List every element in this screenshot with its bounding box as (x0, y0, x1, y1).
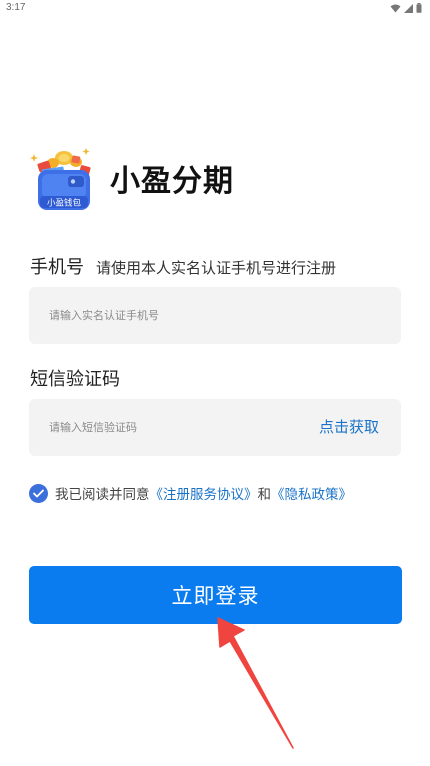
logo-text: 小盈钱包 (47, 198, 82, 209)
login-button[interactable]: 立即登录 (29, 566, 402, 624)
battery-icon (416, 3, 422, 13)
app-title: 小盈分期 (110, 164, 234, 199)
terms-link[interactable]: 《注册服务协议》 (150, 483, 258, 503)
sms-label: 短信验证码 (30, 369, 120, 390)
app-logo: 小盈钱包 (28, 146, 100, 214)
agreement-checkbox[interactable] (29, 483, 48, 503)
sms-code-input[interactable] (49, 399, 289, 456)
status-time: 3:17 (6, 2, 26, 13)
checkmark-icon (33, 489, 44, 497)
get-code-button[interactable]: 点击获取 (319, 416, 379, 437)
status-icons (390, 3, 422, 13)
sms-field-container: 点击获取 (29, 399, 401, 456)
privacy-link[interactable]: 《隐私政策》 (271, 483, 352, 503)
phone-input[interactable] (49, 287, 289, 344)
phone-label-row: 手机号 请使用本人实名认证手机号进行注册 (30, 253, 336, 279)
agreement-row: 我已阅读并同意 《注册服务协议》 和 《隐私政策》 (29, 483, 352, 503)
agreement-prefix: 我已阅读并同意 (55, 487, 150, 503)
agreement-conjunction: 和 (257, 487, 272, 503)
sms-label-row: 短信验证码 (30, 365, 120, 391)
phone-hint: 请使用本人实名认证手机号进行注册 (96, 259, 337, 277)
phone-field-container (29, 287, 401, 344)
wifi-icon (390, 4, 401, 12)
phone-label: 手机号 (30, 257, 84, 278)
signal-icon (404, 3, 413, 13)
status-bar: 3:17 (0, 0, 430, 18)
